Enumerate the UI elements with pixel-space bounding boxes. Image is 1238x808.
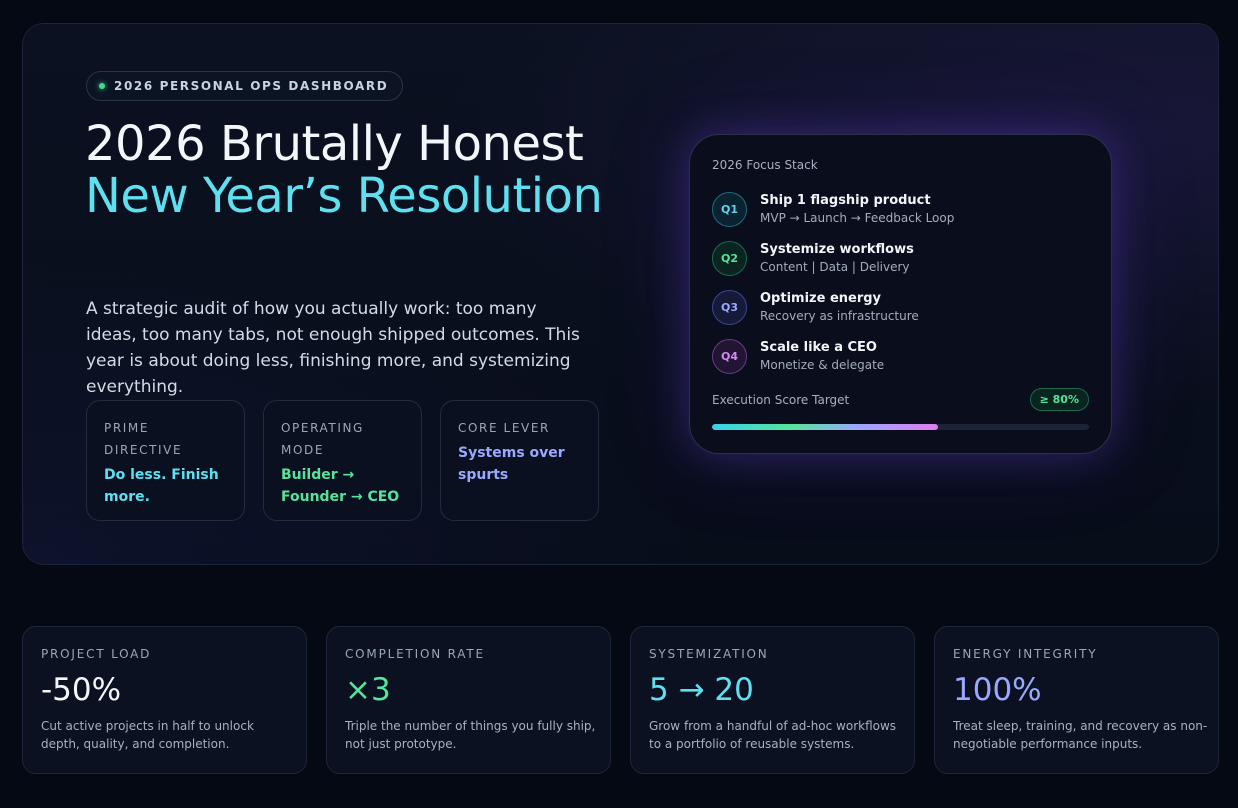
list-item: Q3 Optimize energy Recovery as infrastru… (712, 283, 1089, 332)
stat-label: PROJECT LOAD (41, 647, 152, 661)
pill-label: 2026 PERSONAL OPS DASHBOARD (114, 79, 389, 93)
prime-directive-card: PRIME DIRECTIVE Do less. Finish more. (86, 400, 245, 521)
status-dot-icon (99, 83, 105, 89)
focus-item-subtitle: MVP → Launch → Feedback Loop (760, 211, 955, 225)
page-title: 2026 Brutally Honest New Year’s Resoluti… (85, 118, 645, 222)
focus-stack-heading: 2026 Focus Stack (712, 158, 818, 172)
stat-label: COMPLETION RATE (345, 647, 485, 661)
title-line-1: 2026 Brutally Honest (85, 116, 584, 172)
focus-item-subtitle: Monetize & delegate (760, 358, 885, 372)
card-label: CORE LEVER (458, 421, 550, 435)
stat-description: Treat sleep, training, and recovery as n… (953, 719, 1208, 751)
focus-stack-card: 2026 Focus Stack Q1 Ship 1 flagship prod… (689, 134, 1112, 454)
stat-description: Triple the number of things you fully sh… (345, 719, 596, 751)
card-label: PRIME DIRECTIVE (104, 421, 183, 457)
stat-value: 5 → 20 (649, 672, 754, 708)
focus-item-title: Scale like a CEO (760, 340, 877, 355)
stat-card-project-load: PROJECT LOAD -50% Cut active projects in… (22, 626, 307, 774)
quarter-badge: Q1 (712, 192, 747, 227)
dashboard-pill: 2026 PERSONAL OPS DASHBOARD (86, 71, 404, 101)
stat-value: 100% (953, 672, 1042, 708)
quarter-badge: Q2 (712, 241, 747, 276)
stat-label: ENERGY INTEGRITY (953, 647, 1098, 661)
stat-description: Grow from a handful of ad-hoc workflows … (649, 719, 897, 751)
hero-subtitle: A strategic audit of how you actually wo… (86, 299, 580, 397)
operating-mode-card: OPERATING MODE Builder → Founder → CEO (263, 400, 422, 521)
stat-card-completion-rate: COMPLETION RATE ×3 Triple the number of … (326, 626, 611, 774)
stat-description: Cut active projects in half to unlock de… (41, 719, 254, 751)
stat-value: ×3 (345, 672, 391, 708)
progress-fill (712, 424, 939, 430)
focus-item-title: Systemize workflows (760, 242, 914, 257)
card-value: Builder → Founder → CEO (281, 467, 400, 505)
list-item: Q1 Ship 1 flagship product MVP → Launch … (712, 185, 1089, 234)
execution-score-row: Execution Score Target ≥ 80% (712, 388, 1089, 411)
stat-value: -50% (41, 672, 122, 708)
stat-card-systemization: SYSTEMIZATION 5 → 20 Grow from a handful… (630, 626, 915, 774)
card-label: OPERATING MODE (281, 421, 364, 457)
quarter-badge: Q3 (712, 290, 747, 325)
card-value: Do less. Finish more. (104, 467, 219, 505)
list-item: Q2 Systemize workflows Content | Data | … (712, 234, 1089, 283)
focus-list: Q1 Ship 1 flagship product MVP → Launch … (712, 185, 1089, 381)
stat-card-energy-integrity: ENERGY INTEGRITY 100% Treat sleep, train… (934, 626, 1219, 774)
core-lever-card: CORE LEVER Systems over spurts (440, 400, 599, 521)
list-item: Q4 Scale like a CEO Monetize & delegate (712, 332, 1089, 381)
focus-item-subtitle: Content | Data | Delivery (760, 260, 910, 274)
execution-progress-bar (712, 424, 1089, 430)
focus-item-subtitle: Recovery as infrastructure (760, 309, 919, 323)
card-value: Systems over spurts (458, 445, 565, 483)
stats-row: PROJECT LOAD -50% Cut active projects in… (22, 626, 1219, 774)
title-line-2: New Year’s Resolution (85, 168, 603, 224)
hero-panel: 2026 PERSONAL OPS DASHBOARD 2026 Brutall… (22, 23, 1219, 565)
stat-label: SYSTEMIZATION (649, 647, 769, 661)
focus-item-title: Ship 1 flagship product (760, 193, 931, 208)
quarter-badge: Q4 (712, 339, 747, 374)
directive-cards: PRIME DIRECTIVE Do less. Finish more. OP… (86, 400, 599, 521)
focus-item-title: Optimize energy (760, 291, 882, 306)
score-target-badge: ≥ 80% (1029, 388, 1089, 411)
execution-score-label: Execution Score Target (712, 392, 850, 407)
